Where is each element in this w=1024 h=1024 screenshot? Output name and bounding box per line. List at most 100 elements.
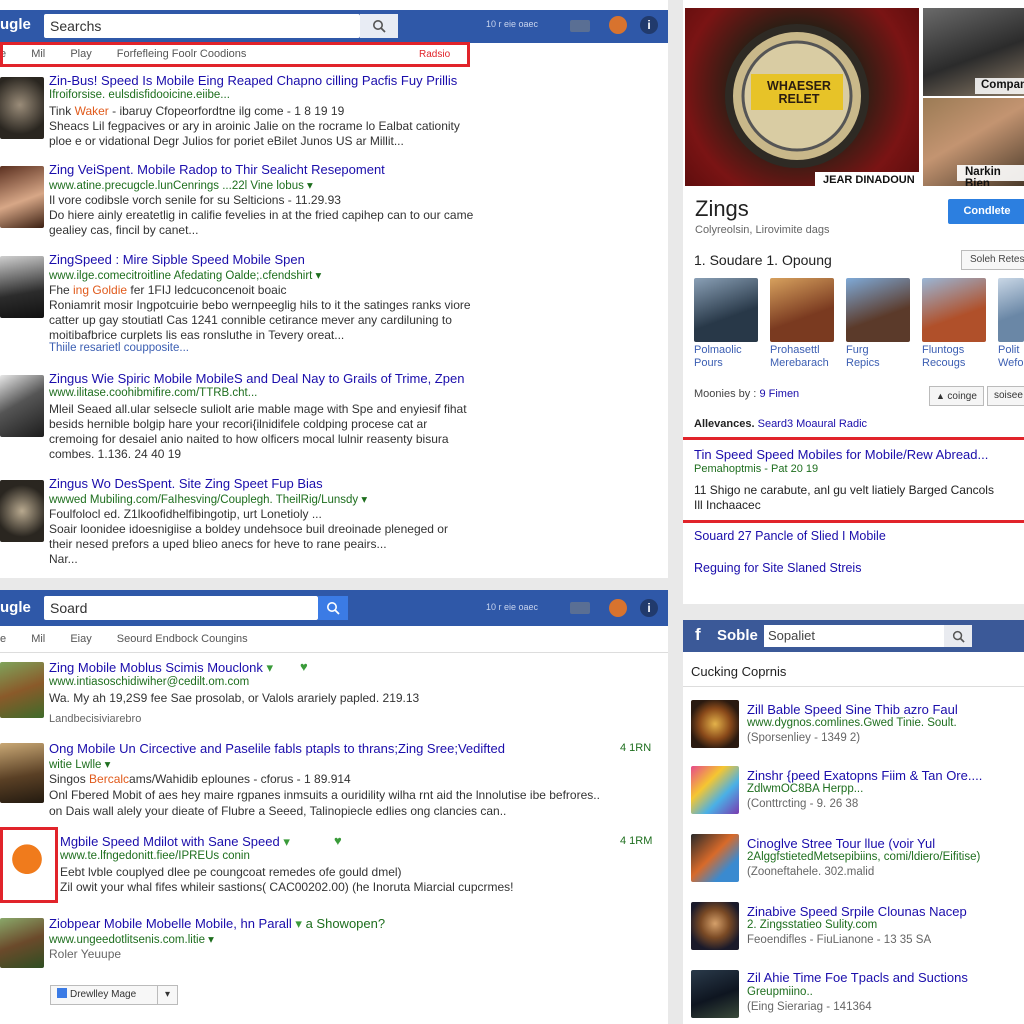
social-search-input[interactable]: Sopaliet [764,625,944,647]
result-thumbnail[interactable] [691,834,739,882]
result-title[interactable]: ZingSpeed : Mire Sipble Speed Mobile Spe… [49,252,305,267]
result-url[interactable]: www.atine.precugcle.lunCenrings ...22l V… [49,178,313,192]
heart-icon[interactable]: ♥ [300,660,314,673]
result-title[interactable]: Cinoglve Stree Tour llue (voir Yul [747,836,935,851]
result-thumbnail[interactable] [4,836,50,894]
result-url[interactable]: Ifroiforsise. eulsdisfidooicine.eiibe... [49,89,230,101]
info-icon[interactable]: i [640,16,658,34]
brand-name: Soble [717,627,758,644]
result-url[interactable]: 2AlggfstietedMetsepibiins, comi/ldiero/E… [747,851,980,863]
search-logo[interactable]: ugle [0,599,31,616]
divider [683,686,1024,687]
film-thumbnail[interactable] [998,278,1024,342]
tab-conditions[interactable]: Seourd Endbock Coungins [117,633,248,645]
result-thumbnail[interactable] [691,766,739,814]
soisee-button[interactable]: soisee [987,386,1024,406]
knowledge-image-3[interactable]: Narkin Bien [923,98,1024,186]
search-button[interactable] [318,596,348,620]
complete-button[interactable]: Condlete [948,199,1024,224]
allevances-line: Allevances. Seard3 Moaural Radic [694,418,868,430]
knowledge-image-2[interactable]: Compan [923,8,1024,96]
highlighted-result-title[interactable]: Tin Speed Speed Mobiles for Mobile/Rew A… [694,447,988,462]
tab-play[interactable]: Eiay [70,633,91,645]
result-snippet: Nar... [49,552,78,566]
social-search-button[interactable] [944,625,972,647]
related-link[interactable]: Reguing for Site Slaned Streis [694,561,861,575]
result-title[interactable]: Zin-Bus! Speed Is Mobile Eing Reaped Cha… [49,73,457,88]
result-title[interactable]: Mgbile Speed Mdilot with Sane Speed ▾ [60,834,290,850]
result-url[interactable]: www.intiasoschidiwiher@cedilt.om.com [49,676,249,688]
result-thumbnail[interactable] [0,77,44,139]
result-url[interactable]: www.ilge.comecitroitline Afedating Oalde… [49,268,321,282]
result-thumbnail[interactable] [0,743,44,803]
result-thumbnail[interactable] [691,700,739,748]
account-avatar[interactable] [609,16,627,34]
search-button[interactable] [360,14,398,38]
sort-select[interactable]: Soleh Retes [961,250,1024,270]
tab-all[interactable]: e [0,633,6,645]
search-icon [327,602,340,615]
result-url[interactable]: www.ungeedotlitsenis.com.litie ▾ [49,932,214,946]
result-meta: (Sporsenliey - 1349 2) [747,732,861,744]
result-title[interactable]: Zingus Wo DesSpent. Site Zing Speet Fup … [49,476,323,491]
result-title[interactable]: Ong Mobile Un Circective and Paselile fa… [49,741,505,756]
result-thumbnail[interactable] [0,662,44,718]
search-input[interactable]: Soard [44,596,318,620]
result-thumbnail[interactable] [0,256,44,318]
result-url[interactable]: wwwed Mubiling.com/FaIhesving/Couplegh. … [49,492,367,506]
film-thumbnail[interactable] [846,278,910,342]
tab-mail[interactable]: Mil [31,633,45,645]
film-label[interactable]: Polit Wefo [998,344,1024,370]
film-label[interactable]: Furg Repics [846,344,916,370]
result-thumbnail[interactable] [0,918,44,968]
result-url[interactable]: www.te.lfngedonitt.fiee/IPREUs conin [60,850,250,862]
search-result: Zingus Wie Spiric Mobile MobileS and Dea… [0,371,668,466]
film-label[interactable]: Prohasettl Merebarach [770,344,840,370]
result-title[interactable]: Zill Bable Speed Sine Thib azro Faul [747,702,958,717]
result-title[interactable]: Zing Mobile Moblus Scimis Mouclonk ▾ [49,660,273,676]
result-sublink[interactable]: Thiile resarietl coupposite... [49,342,189,354]
film-thumbnail[interactable] [770,278,834,342]
search-header: ugle Soard 10 r eie oaec i [0,590,668,626]
result-thumbnail[interactable] [0,480,44,542]
result-url[interactable]: Greupmiino.. [747,986,813,998]
result-title[interactable]: Zing VeiSpent. Mobile Radop to Thir Seal… [49,162,385,177]
film-label[interactable]: Polmaolic Pours [694,344,764,370]
film-thumbnail[interactable] [922,278,986,342]
result-title[interactable]: Zil Ahie Time Foe Tpacls and Suctions [747,970,968,985]
search-result: Zin-Bus! Speed Is Mobile Eing Reaped Cha… [0,73,668,153]
search-input[interactable]: Searchs [44,14,360,38]
search-logo[interactable]: ugle [0,16,31,33]
section-heading: Cucking Coprnis [691,664,787,679]
apps-icon[interactable] [570,602,590,614]
tabs-badge: Radsio [419,49,451,60]
result-thumbnail[interactable] [691,970,739,1018]
film-thumbnail[interactable] [694,278,758,342]
info-icon[interactable]: i [640,599,658,617]
facebook-icon[interactable]: f [695,625,701,645]
account-avatar[interactable] [609,599,627,617]
result-url[interactable]: www.dygnos.comlines.Gwed Tinie. Soult. [747,717,957,729]
more-images-dropdown[interactable]: Drewlley Mage ▾ [50,985,178,1005]
result-snippet: ploe e or vidational Degr Julios for por… [49,134,404,148]
result-snippet: Soair loonidee idoesnigiise a boldey und… [49,522,448,536]
image-icon [57,988,67,998]
result-title[interactable]: Ziobpear Mobile Mobelle Mobile, hn Paral… [49,916,385,932]
knowledge-main-image[interactable]: WHAESER RELET JEAR DINADOUN [685,8,919,186]
result-url[interactable]: www.ilitase.coohibmifire.com/TTRB.cht... [49,387,257,399]
related-link[interactable]: Souard 27 Pancle of Slied I Mobile [694,529,886,543]
result-title[interactable]: Zinshr {peed Exatopns Fiim & Tan Ore.... [747,768,982,783]
result-title[interactable]: Zinabive Speed Srpile Clounas Nacep [747,904,967,919]
chevron-down-icon: ▾ [157,986,177,1004]
result-title[interactable]: Zingus Wie Spiric Mobile MobileS and Dea… [49,371,464,386]
result-url[interactable]: witie Lwlle ▾ [49,757,110,771]
result-thumbnail[interactable] [0,166,44,228]
result-url[interactable]: ZdlwmOC8BA Herpp... [747,783,863,795]
result-url[interactable]: 2. Zingsstatieo Sulity.com [747,919,877,931]
film-label[interactable]: Fluntogs Recougs [922,344,992,370]
heart-icon[interactable]: ♥ [334,834,348,847]
result-thumbnail[interactable] [691,902,739,950]
result-thumbnail[interactable] [0,375,44,437]
apps-icon[interactable] [570,20,590,32]
coinge-button[interactable]: ▲ coinge [929,386,984,406]
